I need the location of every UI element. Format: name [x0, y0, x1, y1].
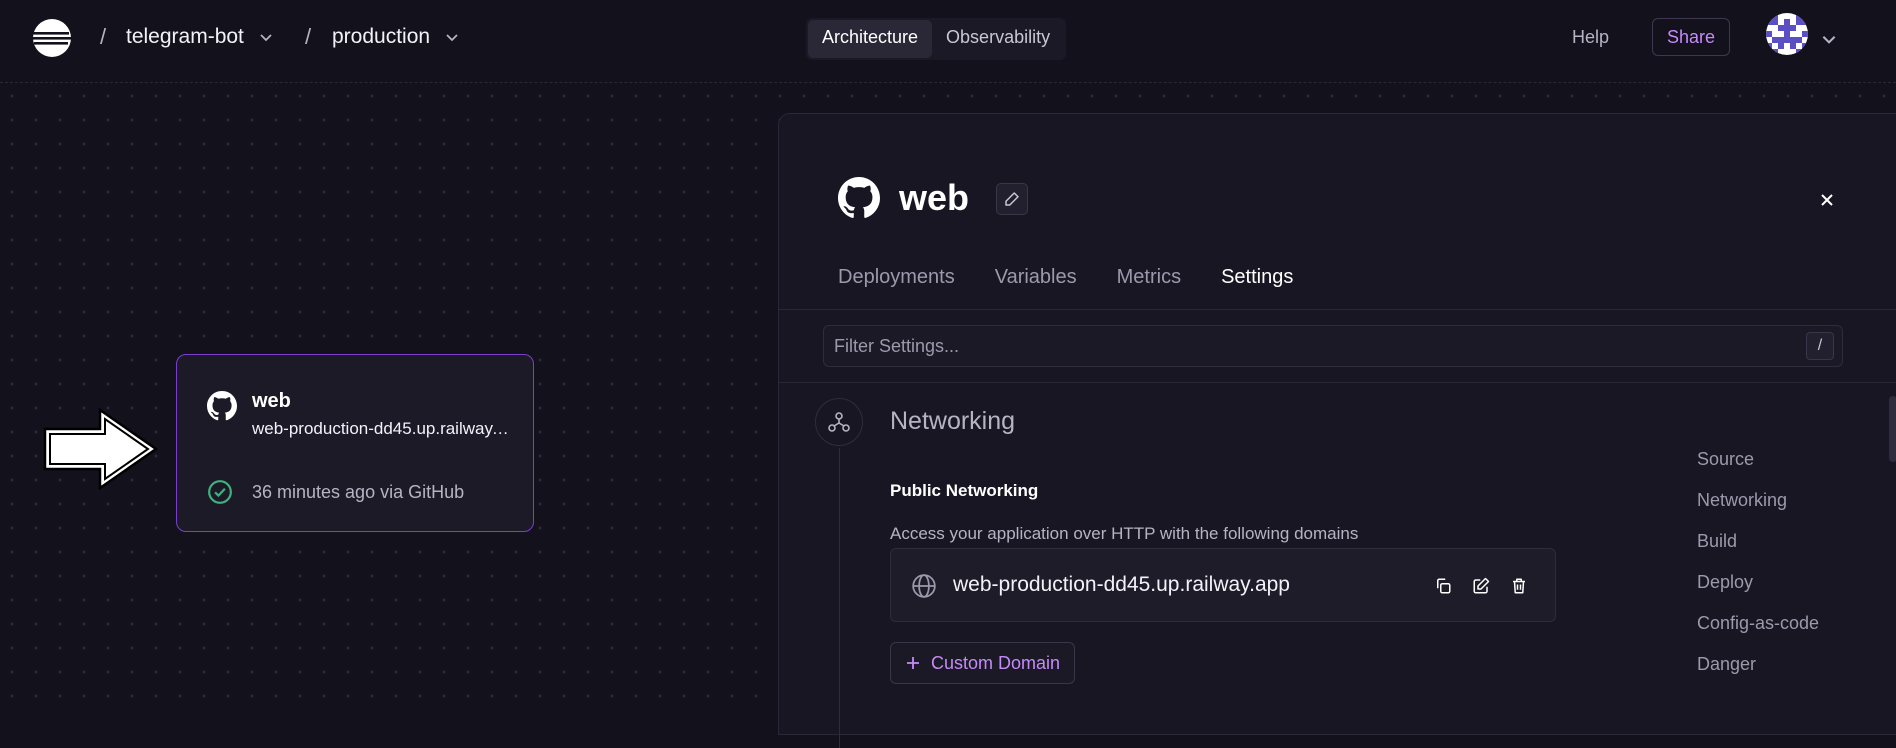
- edit-icon: [1473, 577, 1490, 594]
- railway-logo-icon[interactable]: [32, 18, 72, 58]
- jump-nav-config-as-code[interactable]: Config-as-code: [1697, 613, 1819, 654]
- plus-icon: [907, 657, 919, 669]
- rename-service-button[interactable]: [996, 183, 1028, 215]
- copy-icon: [1437, 578, 1451, 594]
- divider: [779, 309, 1896, 310]
- filter-settings-input[interactable]: [824, 326, 1804, 366]
- breadcrumb-separator: /: [100, 24, 107, 49]
- jump-nav-source[interactable]: Source: [1697, 449, 1819, 490]
- trash-icon: [1513, 578, 1525, 594]
- chevron-down-icon: [446, 34, 458, 42]
- service-url: web-production-dd45.up.railway.app: [252, 419, 512, 438]
- public-networking-title: Public Networking: [890, 481, 1039, 500]
- close-icon: [1821, 194, 1833, 206]
- help-link[interactable]: Help: [1572, 27, 1609, 48]
- service-panel: web Deployments Variables Metrics Settin…: [778, 113, 1896, 748]
- tab-settings[interactable]: Settings: [1221, 266, 1293, 289]
- environment-selector[interactable]: production: [332, 25, 460, 49]
- chevron-down-icon: [260, 34, 272, 42]
- jump-nav-networking[interactable]: Networking: [1697, 490, 1819, 531]
- share-button[interactable]: Share: [1652, 18, 1730, 56]
- page-title: web: [899, 177, 970, 218]
- networking-section-icon: [815, 398, 863, 446]
- domain-row: web-production-dd45.up.railway.app: [890, 548, 1556, 622]
- pencil-icon: [1005, 192, 1019, 206]
- project-selector[interactable]: telegram-bot: [126, 25, 274, 49]
- edit-domain-button[interactable]: [1470, 575, 1492, 597]
- shortcut-key: /: [1806, 332, 1834, 360]
- panel-tabs: Deployments Variables Metrics Settings: [838, 266, 1293, 289]
- domain-link[interactable]: web-production-dd45.up.railway.app: [953, 573, 1290, 597]
- environment-name: production: [332, 25, 431, 48]
- settings-jump-nav: Source Networking Build Deploy Config-as…: [1697, 449, 1819, 695]
- copy-domain-button[interactable]: [1432, 575, 1454, 597]
- divider: [779, 382, 1896, 383]
- public-networking-description: Access your application over HTTP with t…: [890, 524, 1359, 543]
- filter-settings: /: [823, 325, 1843, 367]
- arrow-annotation-icon: [43, 407, 159, 491]
- jump-nav-deploy[interactable]: Deploy: [1697, 572, 1819, 613]
- avatar-pattern-icon: [1766, 13, 1808, 55]
- tab-architecture[interactable]: Architecture: [808, 20, 933, 58]
- delete-domain-button[interactable]: [1508, 575, 1530, 597]
- breadcrumb-separator: /: [305, 24, 312, 49]
- tab-metrics[interactable]: Metrics: [1117, 266, 1181, 289]
- tab-deployments[interactable]: Deployments: [838, 266, 955, 289]
- globe-icon: [912, 574, 936, 598]
- network-icon: [828, 412, 850, 432]
- jump-nav-build[interactable]: Build: [1697, 531, 1819, 572]
- view-toggle: Architecture Observability: [806, 18, 1067, 60]
- add-custom-domain-button[interactable]: Custom Domain: [890, 642, 1076, 684]
- custom-domain-label: Custom Domain: [931, 652, 1061, 673]
- tab-variables[interactable]: Variables: [995, 266, 1077, 289]
- section-timeline: [839, 448, 840, 748]
- panel-scrollbar[interactable]: [1889, 396, 1896, 462]
- check-circle-icon: [208, 480, 232, 504]
- section-title: Networking: [890, 407, 1016, 435]
- avatar[interactable]: [1766, 13, 1808, 55]
- github-icon: [207, 391, 237, 421]
- service-name: web: [252, 390, 291, 412]
- deploy-status: 36 minutes ago via GitHub: [252, 482, 465, 502]
- chevron-down-icon[interactable]: [1820, 30, 1838, 48]
- jump-nav-danger[interactable]: Danger: [1697, 654, 1819, 695]
- top-bar: / telegram-bot / production Architecture…: [0, 0, 1896, 83]
- close-panel-button[interactable]: [1815, 188, 1839, 212]
- service-card-web[interactable]: web web-production-dd45.up.railway.app 3…: [176, 354, 534, 532]
- project-name: telegram-bot: [126, 25, 244, 48]
- tab-observability[interactable]: Observability: [932, 20, 1064, 58]
- github-icon: [838, 177, 880, 218]
